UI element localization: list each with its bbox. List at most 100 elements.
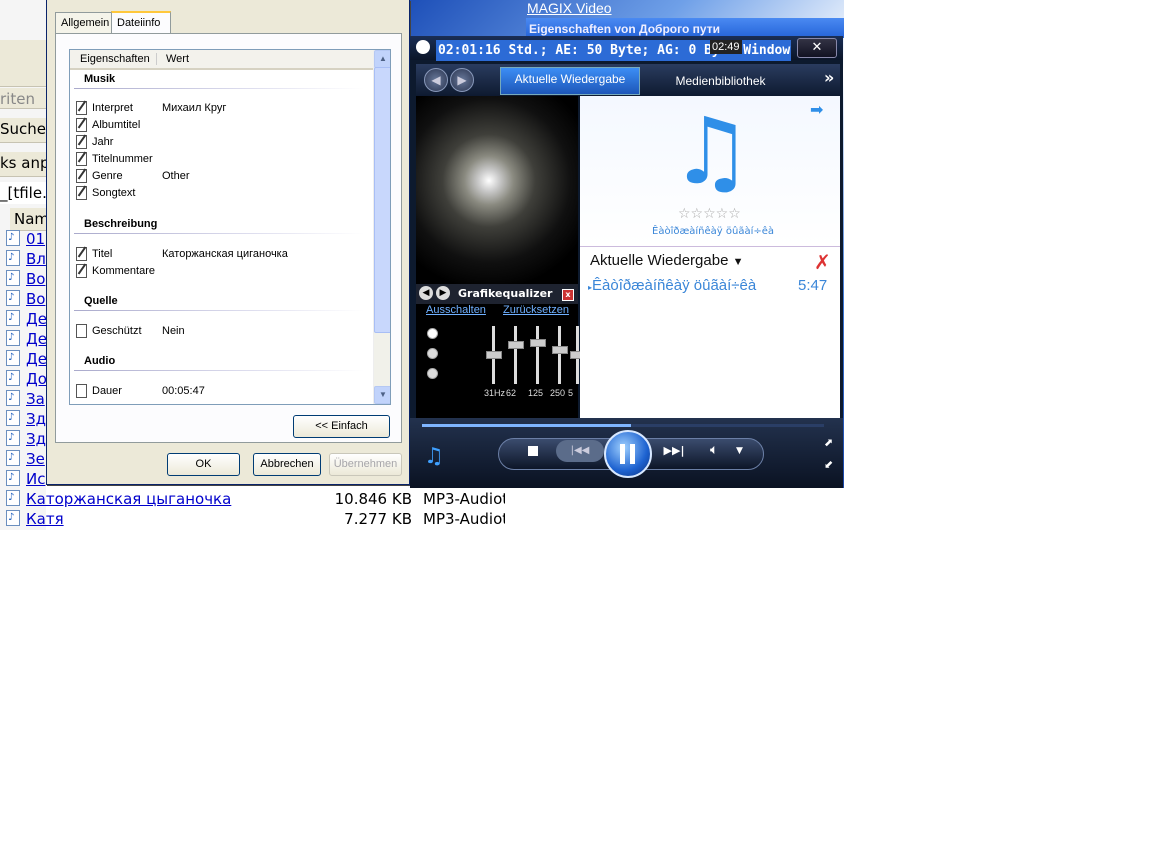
- eq-mode-radio-1[interactable]: [427, 328, 438, 339]
- tab-library[interactable]: Medienbibliothek: [648, 70, 793, 96]
- visualization[interactable]: [416, 96, 578, 284]
- property-value: Nein: [162, 325, 185, 337]
- volume-icon[interactable]: 🔈︎: [710, 442, 718, 458]
- explorer-toolbar-row: [0, 62, 46, 87]
- next-button[interactable]: ▶▶|: [652, 440, 696, 462]
- file-name: Де: [26, 350, 47, 368]
- compact-mode-icon[interactable]: ⬋: [824, 458, 833, 471]
- close-icon: ✕: [811, 40, 823, 55]
- previous-button[interactable]: |◀◀: [556, 440, 604, 462]
- property-value: Каторжанская циганочка: [162, 248, 288, 260]
- property-list[interactable]: Eigenschaften Wert Musik Interpret Михаил…: [69, 49, 391, 405]
- explorer-search-row[interactable]: Suchen: [0, 118, 46, 143]
- scroll-up-button[interactable]: ▲: [374, 50, 390, 68]
- background-window-title[interactable]: Eigenschaften von Доброго пути: [526, 18, 844, 38]
- playlist-title-text: Aktuelle Wiedergabe: [590, 252, 729, 269]
- list-item[interactable]: Катя: [6, 508, 276, 529]
- eq-slider-track[interactable]: [514, 326, 517, 384]
- column-header-eigenschaften[interactable]: Eigenschaften: [80, 53, 150, 65]
- volume-menu-chevron-icon[interactable]: ▼: [736, 446, 743, 456]
- eq-mode-radio-2[interactable]: [427, 348, 438, 359]
- explorer-address-row: riten: [0, 88, 46, 109]
- eq-slider-knob[interactable]: [486, 351, 502, 359]
- file-name: Каторжанская цыганочка: [26, 490, 232, 508]
- group-divider: [74, 370, 364, 371]
- playlist-item[interactable]: ▸Êàòîðæàíñêàÿ öûãàí÷êà: [588, 277, 756, 294]
- column-header-name[interactable]: Nam: [10, 208, 50, 231]
- now-playing-pane: ♫ ➡ ☆☆☆☆☆ Êàòîðæàíñêàÿ öûãàí÷êà Aktuelle…: [580, 96, 840, 418]
- property-label: Geschützt: [92, 325, 142, 337]
- tab-allgemein[interactable]: Allgemein: [55, 12, 117, 33]
- desktop-link-magix[interactable]: MAGIX Video: [527, 0, 612, 16]
- eq-next-button[interactable]: ▶: [436, 286, 450, 300]
- tab-dateiinfo[interactable]: Dateiinfo: [111, 11, 171, 34]
- property-label: Dauer: [92, 385, 122, 397]
- now-playing-note-icon[interactable]: ♫: [424, 444, 444, 469]
- playlist-title[interactable]: Aktuelle Wiedergabe ▼: [590, 252, 743, 269]
- ok-button[interactable]: OK: [167, 453, 240, 476]
- eq-slider-knob[interactable]: [530, 339, 546, 347]
- seek-bar[interactable]: [422, 424, 824, 427]
- album-art-area: ♫ ➡ ☆☆☆☆☆ Êàòîðæàíñêàÿ öûãàí÷êà: [580, 96, 840, 247]
- property-label: Albumtitel: [92, 119, 141, 131]
- document-icon: [76, 324, 87, 338]
- eq-slider-knob[interactable]: [508, 341, 524, 349]
- simple-view-button[interactable]: << Einfach: [293, 415, 390, 438]
- fullscreen-icon[interactable]: ⬈: [824, 436, 833, 449]
- stop-button[interactable]: [528, 446, 538, 456]
- apply-button[interactable]: Übernehmen: [329, 453, 402, 476]
- edit-icon: [76, 118, 87, 132]
- back-button[interactable]: ◀: [424, 68, 448, 92]
- file-size: 10.846 KB: [334, 490, 412, 508]
- column-header-wert[interactable]: Wert: [166, 53, 189, 65]
- scroll-thumb[interactable]: [374, 67, 390, 333]
- seek-progress: [422, 424, 632, 427]
- arrow-right-icon[interactable]: ➡: [810, 100, 823, 119]
- scroll-down-button[interactable]: ▼: [374, 386, 390, 404]
- file-name: За: [26, 390, 45, 408]
- eq-slider-track[interactable]: [558, 326, 561, 384]
- audio-file-icon: [6, 428, 20, 448]
- file-name: Зе: [26, 450, 45, 468]
- eq-off-link[interactable]: Ausschalten: [426, 304, 486, 316]
- group-divider: [74, 310, 364, 311]
- eq-close-icon[interactable]: x: [562, 289, 574, 301]
- property-label: Interpret: [92, 102, 133, 114]
- player-navbar: ◀ ▶ Aktuelle Wiedergabe Medienbibliothek…: [416, 64, 840, 96]
- search-text: Suchen: [0, 120, 46, 138]
- file-name: Зд: [26, 410, 46, 428]
- chevron-down-icon: ▼: [732, 256, 744, 268]
- forward-button[interactable]: ▶: [450, 68, 474, 92]
- eq-slider-track[interactable]: [536, 326, 539, 384]
- pause-button[interactable]: [604, 430, 652, 478]
- list-item[interactable]: Каторжанская цыганочка: [6, 488, 276, 509]
- column-divider[interactable]: [156, 53, 157, 65]
- clear-playlist-icon[interactable]: ✗: [814, 250, 831, 274]
- eq-band-label: 62: [506, 388, 517, 398]
- rating-stars[interactable]: ☆☆☆☆☆: [678, 206, 741, 222]
- tab-now-playing[interactable]: Aktuelle Wiedergabe: [500, 67, 640, 95]
- dateiinfo-panel: Eigenschaften Wert Musik Interpret Михаил…: [55, 33, 402, 443]
- eq-mode-radio-3[interactable]: [427, 368, 438, 379]
- edit-icon: [76, 247, 87, 261]
- player-close-button[interactable]: ✕: [797, 38, 837, 58]
- cancel-button[interactable]: Abbrechen: [253, 453, 321, 476]
- property-label: Genre: [92, 170, 123, 182]
- eq-band-label: 125: [528, 388, 544, 398]
- eq-slider-knob[interactable]: [552, 346, 568, 354]
- property-list-scrollbar[interactable]: ▲ ▼: [373, 50, 390, 404]
- album-title-text[interactable]: Êàòîðæàíñêàÿ öûãàí÷êà: [652, 226, 774, 237]
- group-divider: [74, 88, 364, 89]
- eq-band-label: 5: [568, 388, 574, 398]
- eq-band-label: 31Hz: [484, 388, 506, 398]
- property-label: Songtext: [92, 187, 136, 199]
- explorer-tasks-row[interactable]: ks anp: [0, 152, 46, 177]
- equalizer-header: ◀ ▶ Grafikequalizer x: [416, 284, 578, 304]
- more-tabs-icon[interactable]: »: [824, 68, 834, 87]
- eq-prev-button[interactable]: ◀: [419, 286, 433, 300]
- eq-reset-link[interactable]: Zurücksetzen: [503, 304, 569, 316]
- audio-file-icon: [6, 288, 20, 308]
- playlist-item-title: Êàòîðæàíñêàÿ öûãàí÷êà: [592, 277, 757, 294]
- file-name: До: [26, 370, 47, 388]
- list-header: Eigenschaften Wert: [70, 50, 374, 70]
